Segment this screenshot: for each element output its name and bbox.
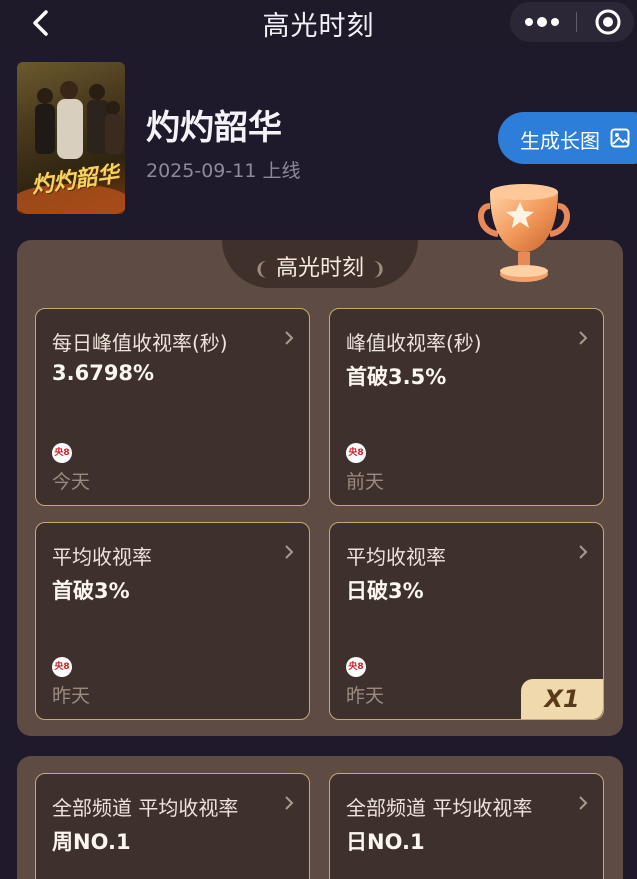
card-day: 前天 xyxy=(346,471,385,493)
image-icon xyxy=(610,128,630,148)
rank-card-daily[interactable]: 全部频道 平均收视率 日NO.1 xyxy=(329,773,604,879)
show-poster[interactable]: 灼灼韶华 xyxy=(17,62,125,214)
card-value: 日NO.1 xyxy=(346,830,425,854)
card-day: 昨天 xyxy=(346,685,385,707)
card-label: 全部频道 平均收视率 xyxy=(52,796,239,820)
channel-logo: 央8 xyxy=(346,443,366,463)
generate-long-image-button[interactable]: 生成长图 xyxy=(498,112,637,164)
channel-logo: 央8 xyxy=(346,657,366,677)
card-label: 每日峰值收视率(秒) xyxy=(52,331,228,355)
stat-card-average-daily[interactable]: 平均收视率 日破3% 央8 昨天 X1 xyxy=(329,522,604,720)
channel-logo: 央8 xyxy=(52,443,72,463)
chevron-right-icon xyxy=(579,796,588,810)
stat-card-peak[interactable]: 峰值收视率(秒) 首破3.5% 央8 前天 xyxy=(329,308,604,506)
chevron-right-icon xyxy=(285,331,294,345)
rank-card-weekly[interactable]: 全部频道 平均收视率 周NO.1 xyxy=(35,773,310,879)
capsule-divider xyxy=(576,12,577,32)
card-label: 峰值收视率(秒) xyxy=(346,331,482,355)
section-title: 高光时刻 xyxy=(275,256,364,281)
card-value: 首破3% xyxy=(52,579,130,603)
release-date: 2025-09-11 上线 xyxy=(146,160,301,182)
chevron-right-icon xyxy=(579,545,588,559)
more-icon[interactable] xyxy=(524,14,560,30)
show-title: 灼灼韶华 xyxy=(146,108,282,148)
top-bar: 高光时刻 xyxy=(0,0,637,50)
laurel-left-icon: ❨ xyxy=(253,259,269,280)
close-target-icon[interactable] xyxy=(594,8,622,36)
stat-card-daily-peak[interactable]: 每日峰值收视率(秒) 3.6798% 央8 今天 xyxy=(35,308,310,506)
section-tab: ❨ 高光时刻 ❩ xyxy=(222,240,418,288)
chevron-right-icon xyxy=(285,796,294,810)
trophy-icon xyxy=(478,184,570,282)
card-label: 平均收视率 xyxy=(52,545,152,569)
mini-program-capsule xyxy=(510,2,634,42)
card-value: 日破3% xyxy=(346,579,424,603)
generate-label: 生成长图 xyxy=(520,129,600,153)
stat-card-average[interactable]: 平均收视率 首破3% 央8 昨天 xyxy=(35,522,310,720)
chevron-right-icon xyxy=(579,331,588,345)
card-label: 平均收视率 xyxy=(346,545,446,569)
chevron-right-icon xyxy=(285,545,294,559)
laurel-right-icon: ❩ xyxy=(371,259,387,280)
channel-logo: 央8 xyxy=(52,657,72,677)
card-value: 首破3.5% xyxy=(346,365,447,389)
count-badge: X1 xyxy=(521,679,603,719)
card-value: 周NO.1 xyxy=(52,830,131,854)
card-day: 今天 xyxy=(52,471,91,493)
card-value: 3.6798% xyxy=(52,361,155,385)
card-day: 昨天 xyxy=(52,685,91,707)
card-label: 全部频道 平均收视率 xyxy=(346,796,533,820)
